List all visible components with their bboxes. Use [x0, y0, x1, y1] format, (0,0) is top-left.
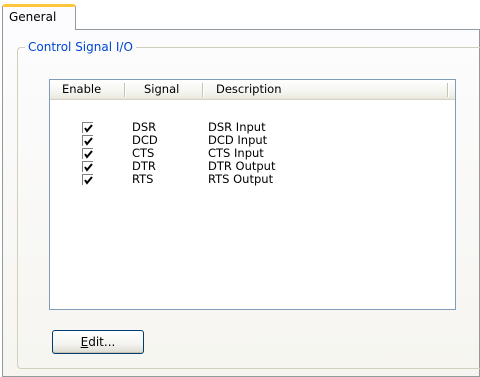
enable-checkbox[interactable]	[82, 148, 93, 159]
column-separator[interactable]	[124, 83, 126, 97]
checkmark-icon	[84, 150, 93, 159]
enable-checkbox[interactable]	[82, 174, 93, 185]
enable-checkbox[interactable]	[82, 135, 93, 146]
group-title: Control Signal I/O	[25, 40, 136, 54]
edit-button[interactable]: Edit...	[52, 330, 144, 354]
checkmark-icon	[84, 163, 93, 172]
list-header: Enable Signal Description	[50, 80, 455, 100]
properties-panel: General Control Signal I/O Enable Signal…	[0, 0, 480, 377]
column-header-signal[interactable]: Signal	[144, 80, 179, 99]
column-header-description[interactable]: Description	[216, 80, 282, 99]
column-separator[interactable]	[447, 83, 449, 97]
enable-checkbox[interactable]	[82, 122, 93, 133]
tab-general-label: General	[9, 10, 57, 24]
edit-button-label: Edit...	[53, 331, 143, 353]
column-separator[interactable]	[202, 83, 204, 97]
enable-checkbox[interactable]	[82, 161, 93, 172]
checkmark-icon	[84, 137, 93, 146]
tab-general[interactable]: General	[2, 4, 76, 30]
checkmark-icon	[84, 176, 93, 185]
signal-list[interactable]: Enable Signal Description DSR DSR Input …	[49, 79, 456, 310]
checkmark-icon	[84, 124, 93, 133]
description-cell: RTS Output	[208, 172, 274, 186]
column-header-enable[interactable]: Enable	[62, 80, 101, 99]
list-item[interactable]: RTS RTS Output	[50, 172, 455, 187]
signal-cell: RTS	[132, 172, 154, 186]
edit-button-text: dit...	[88, 335, 116, 349]
